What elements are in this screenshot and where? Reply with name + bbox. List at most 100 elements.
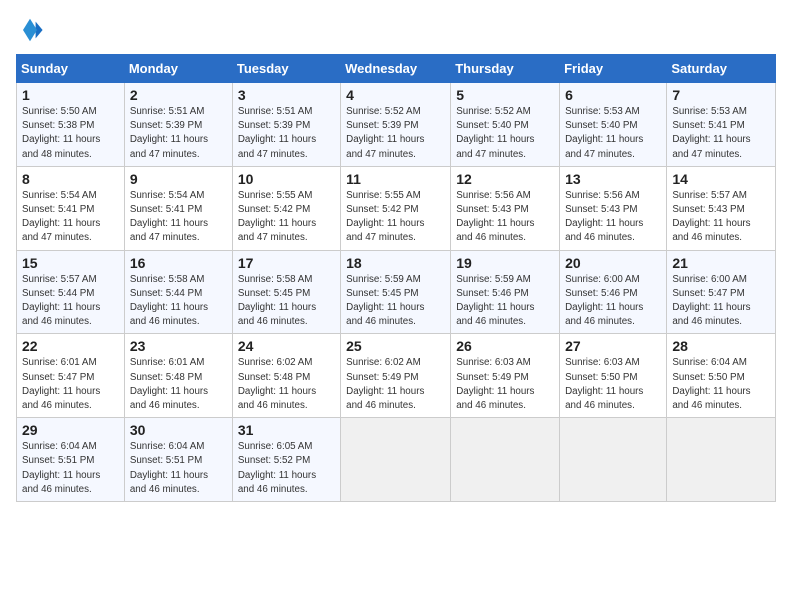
day-info: Sunrise: 5:54 AM Sunset: 5:41 PM Dayligh…: [22, 189, 119, 246]
day-number: 4: [346, 87, 445, 103]
calendar-week-row: 29 Sunrise: 6:04 AM Sunset: 5:51 PM Dayli…: [17, 418, 776, 502]
day-number: 15: [22, 255, 119, 271]
day-info: Sunrise: 5:50 AM Sunset: 5:38 PM Dayligh…: [22, 105, 119, 162]
calendar-cell: 22 Sunrise: 6:01 AM Sunset: 5:47 PM Dayli…: [17, 334, 125, 418]
calendar-cell: 21 Sunrise: 6:00 AM Sunset: 5:47 PM Dayli…: [667, 250, 776, 334]
day-number: 9: [130, 171, 227, 187]
day-number: 11: [346, 171, 445, 187]
day-number: 12: [456, 171, 554, 187]
day-info: Sunrise: 6:03 AM Sunset: 5:49 PM Dayligh…: [456, 356, 554, 413]
day-number: 21: [672, 255, 770, 271]
day-info: Sunrise: 5:51 AM Sunset: 5:39 PM Dayligh…: [238, 105, 335, 162]
day-of-week-header: Friday: [560, 55, 667, 83]
day-of-week-header: Wednesday: [341, 55, 451, 83]
logo-icon: [16, 16, 44, 44]
day-number: 14: [672, 171, 770, 187]
calendar-cell: [341, 418, 451, 502]
day-number: 7: [672, 87, 770, 103]
day-number: 18: [346, 255, 445, 271]
day-number: 22: [22, 338, 119, 354]
calendar-cell: 29 Sunrise: 6:04 AM Sunset: 5:51 PM Dayli…: [17, 418, 125, 502]
day-info: Sunrise: 5:59 AM Sunset: 5:46 PM Dayligh…: [456, 273, 554, 330]
day-number: 23: [130, 338, 227, 354]
calendar-cell: [560, 418, 667, 502]
day-info: Sunrise: 5:53 AM Sunset: 5:41 PM Dayligh…: [672, 105, 770, 162]
calendar-cell: 23 Sunrise: 6:01 AM Sunset: 5:48 PM Dayli…: [124, 334, 232, 418]
day-number: 26: [456, 338, 554, 354]
calendar-cell: 17 Sunrise: 5:58 AM Sunset: 5:45 PM Dayli…: [232, 250, 340, 334]
day-info: Sunrise: 6:02 AM Sunset: 5:48 PM Dayligh…: [238, 356, 335, 413]
calendar-cell: 6 Sunrise: 5:53 AM Sunset: 5:40 PM Daylig…: [560, 83, 667, 167]
day-number: 2: [130, 87, 227, 103]
day-of-week-header: Tuesday: [232, 55, 340, 83]
day-number: 10: [238, 171, 335, 187]
day-info: Sunrise: 5:57 AM Sunset: 5:44 PM Dayligh…: [22, 273, 119, 330]
calendar-cell: 26 Sunrise: 6:03 AM Sunset: 5:49 PM Dayli…: [451, 334, 560, 418]
day-info: Sunrise: 6:01 AM Sunset: 5:47 PM Dayligh…: [22, 356, 119, 413]
calendar-week-row: 22 Sunrise: 6:01 AM Sunset: 5:47 PM Dayli…: [17, 334, 776, 418]
day-info: Sunrise: 5:51 AM Sunset: 5:39 PM Dayligh…: [130, 105, 227, 162]
calendar-cell: 8 Sunrise: 5:54 AM Sunset: 5:41 PM Daylig…: [17, 166, 125, 250]
day-number: 24: [238, 338, 335, 354]
day-info: Sunrise: 5:55 AM Sunset: 5:42 PM Dayligh…: [238, 189, 335, 246]
day-info: Sunrise: 5:59 AM Sunset: 5:45 PM Dayligh…: [346, 273, 445, 330]
day-number: 1: [22, 87, 119, 103]
day-info: Sunrise: 6:02 AM Sunset: 5:49 PM Dayligh…: [346, 356, 445, 413]
day-info: Sunrise: 6:00 AM Sunset: 5:47 PM Dayligh…: [672, 273, 770, 330]
day-of-week-header: Monday: [124, 55, 232, 83]
day-of-week-header: Thursday: [451, 55, 560, 83]
day-number: 8: [22, 171, 119, 187]
calendar-cell: 14 Sunrise: 5:57 AM Sunset: 5:43 PM Dayli…: [667, 166, 776, 250]
day-info: Sunrise: 5:58 AM Sunset: 5:45 PM Dayligh…: [238, 273, 335, 330]
day-number: 29: [22, 422, 119, 438]
day-number: 28: [672, 338, 770, 354]
day-number: 17: [238, 255, 335, 271]
day-info: Sunrise: 6:04 AM Sunset: 5:50 PM Dayligh…: [672, 356, 770, 413]
page-header: [16, 16, 776, 44]
calendar-cell: 9Sunrise: 5:54 AM Sunset: 5:41 PM Daylig…: [124, 166, 232, 250]
day-info: Sunrise: 5:56 AM Sunset: 5:43 PM Dayligh…: [565, 189, 661, 246]
calendar-cell: 20Sunrise: 6:00 AM Sunset: 5:46 PM Dayli…: [560, 250, 667, 334]
calendar-cell: 15 Sunrise: 5:57 AM Sunset: 5:44 PM Dayli…: [17, 250, 125, 334]
calendar-week-row: 15 Sunrise: 5:57 AM Sunset: 5:44 PM Dayli…: [17, 250, 776, 334]
day-of-week-header: Sunday: [17, 55, 125, 83]
calendar-cell: 4 Sunrise: 5:52 AM Sunset: 5:39 PM Daylig…: [341, 83, 451, 167]
calendar-cell: 11 Sunrise: 5:55 AM Sunset: 5:42 PM Dayli…: [341, 166, 451, 250]
day-number: 30: [130, 422, 227, 438]
day-number: 27: [565, 338, 661, 354]
day-info: Sunrise: 6:01 AM Sunset: 5:48 PM Dayligh…: [130, 356, 227, 413]
day-number: 25: [346, 338, 445, 354]
calendar-week-row: 8 Sunrise: 5:54 AM Sunset: 5:41 PM Daylig…: [17, 166, 776, 250]
day-info: Sunrise: 5:52 AM Sunset: 5:39 PM Dayligh…: [346, 105, 445, 162]
day-info: Sunrise: 5:57 AM Sunset: 5:43 PM Dayligh…: [672, 189, 770, 246]
calendar-cell: 1 Sunrise: 5:50 AM Sunset: 5:38 PM Daylig…: [17, 83, 125, 167]
calendar-cell: 25 Sunrise: 6:02 AM Sunset: 5:49 PM Dayli…: [341, 334, 451, 418]
day-info: Sunrise: 6:05 AM Sunset: 5:52 PM Dayligh…: [238, 440, 335, 497]
day-info: Sunrise: 6:03 AM Sunset: 5:50 PM Dayligh…: [565, 356, 661, 413]
calendar-table: SundayMondayTuesdayWednesdayThursdayFrid…: [16, 54, 776, 502]
day-number: 19: [456, 255, 554, 271]
day-number: 3: [238, 87, 335, 103]
day-number: 16: [130, 255, 227, 271]
day-info: Sunrise: 5:52 AM Sunset: 5:40 PM Dayligh…: [456, 105, 554, 162]
calendar-cell: 30Sunrise: 6:04 AM Sunset: 5:51 PM Dayli…: [124, 418, 232, 502]
calendar-cell: 19 Sunrise: 5:59 AM Sunset: 5:46 PM Dayli…: [451, 250, 560, 334]
calendar-cell: 3 Sunrise: 5:51 AM Sunset: 5:39 PM Daylig…: [232, 83, 340, 167]
calendar-cell: 16Sunrise: 5:58 AM Sunset: 5:44 PM Dayli…: [124, 250, 232, 334]
calendar-cell: 28 Sunrise: 6:04 AM Sunset: 5:50 PM Dayli…: [667, 334, 776, 418]
calendar-cell: 5 Sunrise: 5:52 AM Sunset: 5:40 PM Daylig…: [451, 83, 560, 167]
day-number: 5: [456, 87, 554, 103]
day-info: Sunrise: 6:00 AM Sunset: 5:46 PM Dayligh…: [565, 273, 661, 330]
calendar-cell: 12Sunrise: 5:56 AM Sunset: 5:43 PM Dayli…: [451, 166, 560, 250]
day-info: Sunrise: 5:55 AM Sunset: 5:42 PM Dayligh…: [346, 189, 445, 246]
calendar-cell: 18 Sunrise: 5:59 AM Sunset: 5:45 PM Dayli…: [341, 250, 451, 334]
calendar-cell: [667, 418, 776, 502]
day-number: 31: [238, 422, 335, 438]
calendar-cell: 24 Sunrise: 6:02 AM Sunset: 5:48 PM Dayli…: [232, 334, 340, 418]
day-info: Sunrise: 5:53 AM Sunset: 5:40 PM Dayligh…: [565, 105, 661, 162]
calendar-cell: 27 Sunrise: 6:03 AM Sunset: 5:50 PM Dayli…: [560, 334, 667, 418]
calendar-week-row: 1 Sunrise: 5:50 AM Sunset: 5:38 PM Daylig…: [17, 83, 776, 167]
day-info: Sunrise: 6:04 AM Sunset: 5:51 PM Dayligh…: [22, 440, 119, 497]
calendar-header-row: SundayMondayTuesdayWednesdayThursdayFrid…: [17, 55, 776, 83]
day-number: 6: [565, 87, 661, 103]
